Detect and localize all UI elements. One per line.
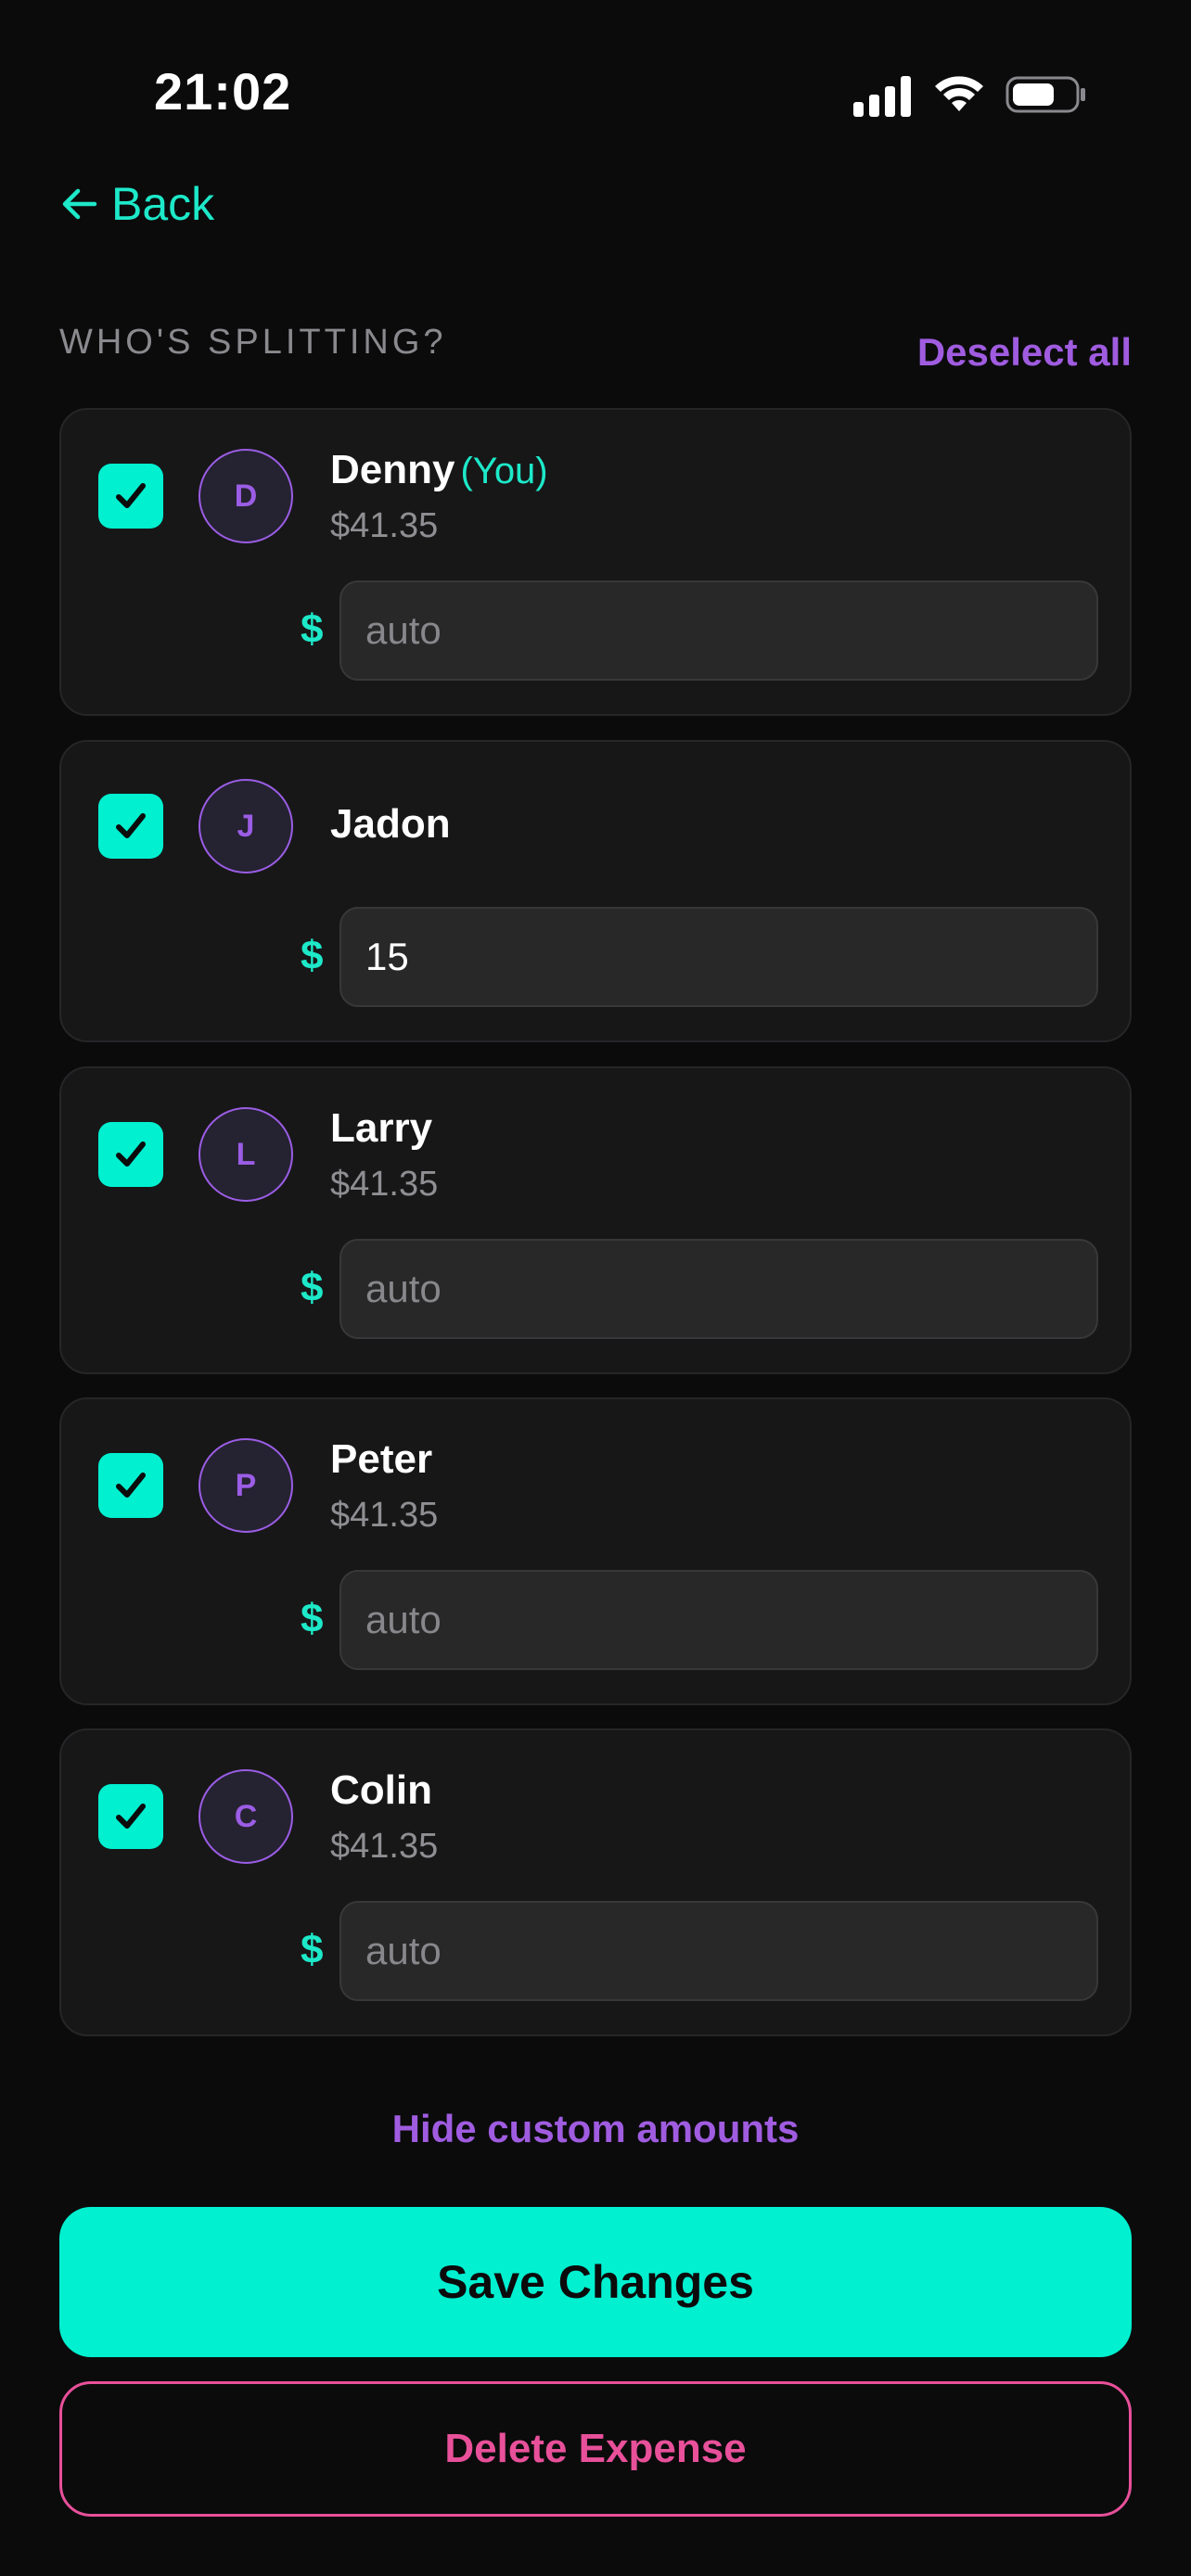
avatar: J xyxy=(198,779,293,874)
currency-symbol: $ xyxy=(301,1927,324,1972)
arrow-left-icon xyxy=(62,188,97,220)
save-changes-button[interactable]: Save Changes xyxy=(59,2207,1132,2357)
checkmark-icon xyxy=(116,1473,146,1498)
delete-expense-button[interactable]: Delete Expense xyxy=(59,2381,1132,2517)
custom-amount-input[interactable] xyxy=(339,580,1098,681)
participant-name-text: Larry xyxy=(330,1105,433,1151)
participant-checkbox[interactable] xyxy=(98,1453,163,1518)
participant-name-text: Colin xyxy=(330,1767,432,1813)
avatar: L xyxy=(198,1107,293,1202)
section-title: WHO'S SPLITTING? xyxy=(59,323,447,362)
split-expense-screen: 21:02 Back WHO'S SPLITTING? Deselect all xyxy=(0,0,1191,2576)
checkmark-icon xyxy=(116,813,146,838)
currency-symbol: $ xyxy=(301,1596,324,1641)
currency-symbol: $ xyxy=(301,606,324,652)
participant-card: C Colin $41.35 $ xyxy=(59,1728,1132,2036)
avatar: P xyxy=(198,1438,293,1533)
currency-symbol: $ xyxy=(301,933,324,978)
participant-checkbox[interactable] xyxy=(98,1784,163,1849)
participant-checkbox[interactable] xyxy=(98,794,163,859)
participant-name-text: Jadon xyxy=(330,801,451,847)
avatar: D xyxy=(198,449,293,543)
participant-name: Denny (You) xyxy=(330,447,548,493)
participant-name: Peter xyxy=(330,1436,432,1483)
status-bar: 21:02 xyxy=(0,0,1191,167)
currency-symbol: $ xyxy=(301,1265,324,1310)
participant-share: $41.35 xyxy=(330,1827,439,1866)
hide-custom-amounts-button[interactable]: Hide custom amounts xyxy=(0,2107,1191,2151)
participant-name: Jadon xyxy=(330,801,451,848)
wifi-icon xyxy=(935,76,983,111)
checkmark-icon xyxy=(116,1804,146,1829)
status-time: 21:02 xyxy=(154,62,292,121)
battery-icon xyxy=(1005,76,1085,113)
back-button[interactable]: Back xyxy=(59,174,214,234)
participant-checkbox[interactable] xyxy=(98,464,163,529)
custom-amount-input[interactable] xyxy=(339,1239,1098,1339)
avatar: C xyxy=(198,1769,293,1864)
participant-card: J Jadon $ xyxy=(59,740,1132,1042)
participant-name-text: Peter xyxy=(330,1436,433,1482)
participant-card: P Peter $41.35 $ xyxy=(59,1397,1132,1705)
deselect-all-button[interactable]: Deselect all xyxy=(917,330,1132,375)
back-label: Back xyxy=(111,178,215,230)
cellular-signal-icon xyxy=(853,76,911,117)
you-tag: (You) xyxy=(460,451,548,491)
participant-name: Colin xyxy=(330,1767,432,1814)
participant-card: L Larry $41.35 $ xyxy=(59,1066,1132,1374)
participant-checkbox[interactable] xyxy=(98,1122,163,1187)
participant-name: Larry xyxy=(330,1105,432,1152)
custom-amount-input[interactable] xyxy=(339,1901,1098,2001)
participant-card: D Denny (You) $41.35 $ xyxy=(59,408,1132,716)
custom-amount-input[interactable] xyxy=(339,907,1098,1007)
custom-amount-input[interactable] xyxy=(339,1570,1098,1670)
participant-share: $41.35 xyxy=(330,1496,439,1535)
checkmark-icon xyxy=(116,1141,146,1167)
participant-name-text: Denny xyxy=(330,447,455,492)
participant-share: $41.35 xyxy=(330,1165,439,1204)
checkmark-icon xyxy=(116,483,146,508)
participant-share: $41.35 xyxy=(330,506,439,545)
